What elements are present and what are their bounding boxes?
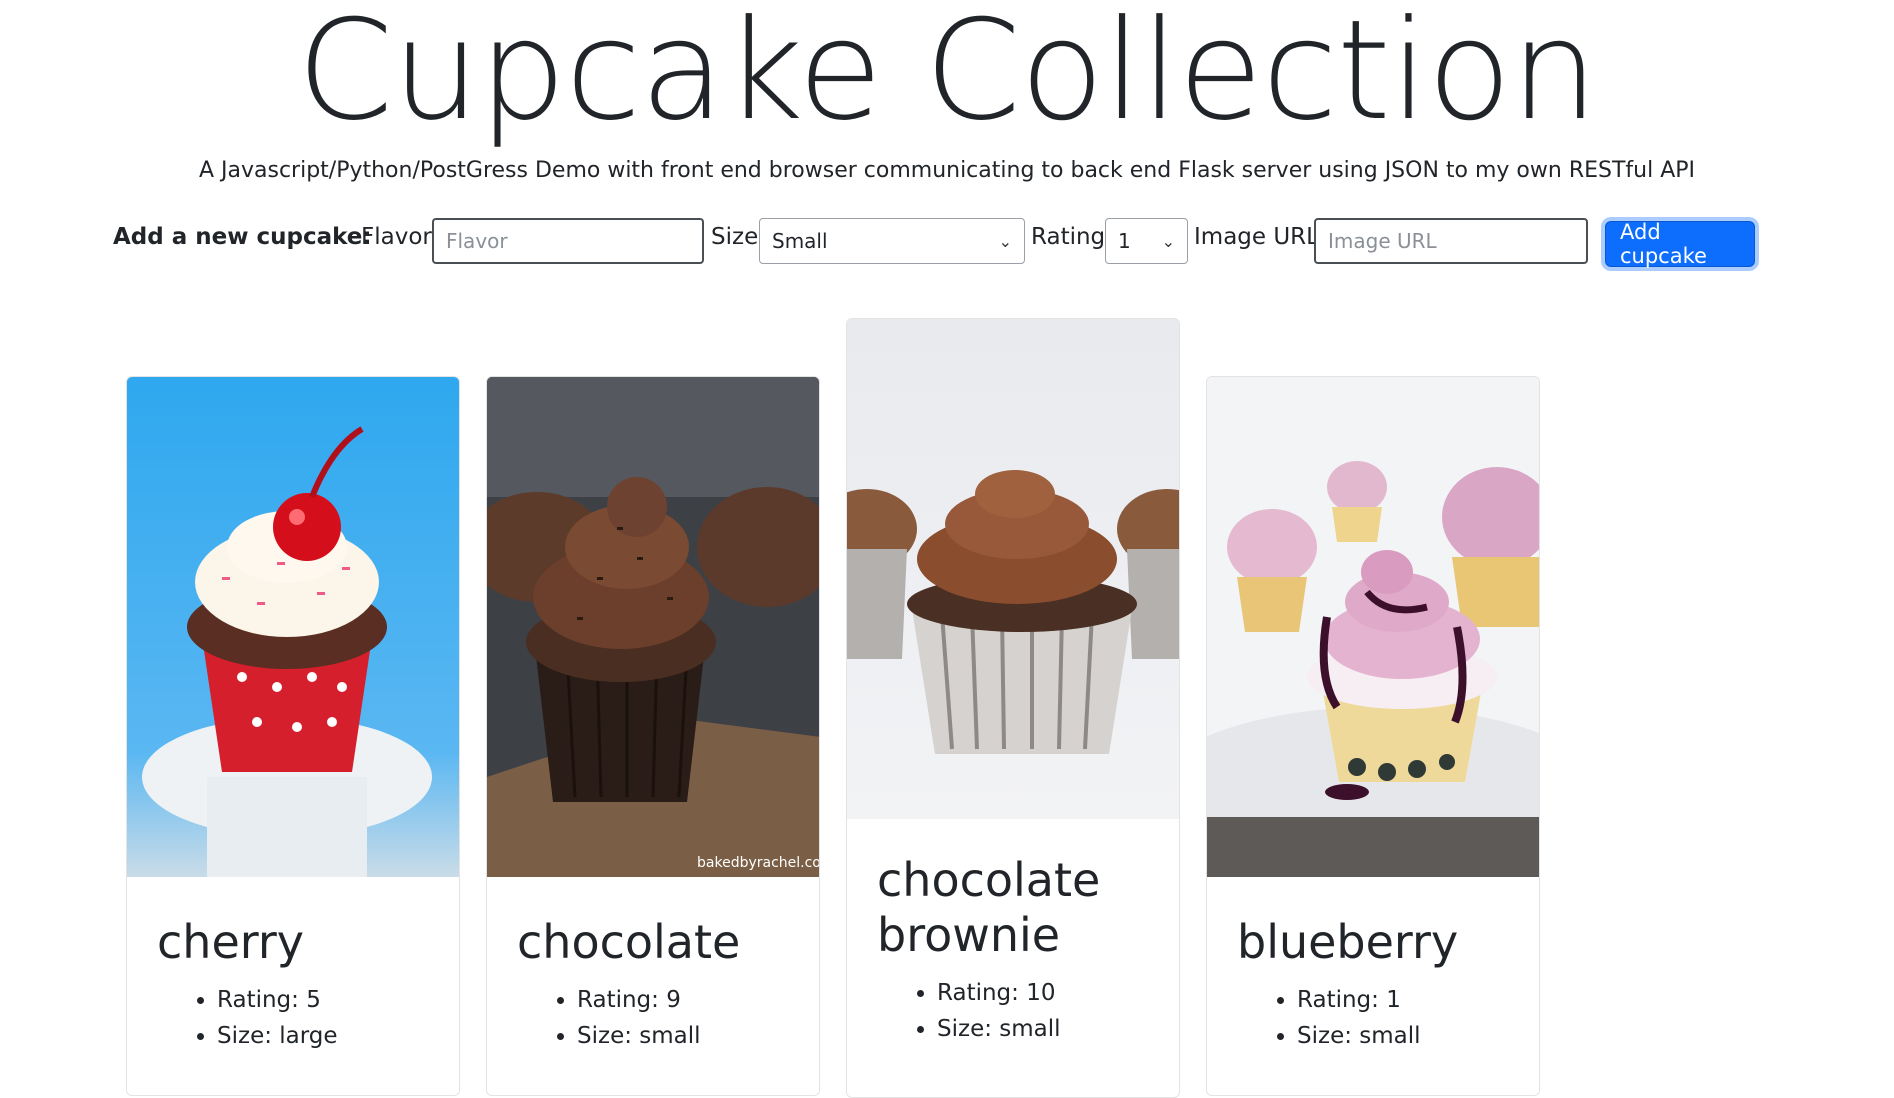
form-heading: Add a new cupcake: (113, 224, 372, 250)
cupcake-flavor: blueberry (1237, 915, 1459, 969)
cupcake-image (127, 377, 459, 877)
cupcake-card: cherry Rating: 5 Size: large (126, 376, 460, 1096)
flavor-input[interactable]: Flavor (432, 218, 704, 264)
cupcake-details: Rating: 9 Size: small (487, 982, 819, 1054)
image-url-label: Image URL (1194, 224, 1319, 250)
cupcake-image (847, 319, 1179, 819)
cupcake-flavor: chocolate brownie (877, 853, 1101, 963)
cupcake-details: Rating: 1 Size: small (1207, 982, 1539, 1054)
cupcake-size: Size: small (577, 1018, 819, 1054)
page-subtitle: A Javascript/Python/PostGress Demo with … (198, 158, 1696, 183)
flavor-label: Flavor (361, 224, 432, 250)
page-title: Cupcake Collection (296, 0, 1598, 151)
rating-selected-value: 1 (1118, 229, 1131, 253)
cupcake-rating: Rating: 9 (577, 982, 819, 1018)
cupcake-size: Size: large (217, 1018, 459, 1054)
chevron-down-icon: ⌄ (998, 231, 1012, 251)
rating-label: Rating (1031, 224, 1106, 250)
cupcake-size: Size: small (1297, 1018, 1539, 1054)
chevron-down-icon: ⌄ (1161, 231, 1175, 251)
cupcake-size: Size: small (937, 1011, 1179, 1047)
cupcake-card: chocolate brownie Rating: 10 Size: small (846, 318, 1180, 1098)
cupcake-rating: Rating: 5 (217, 982, 459, 1018)
size-selected-value: Small (772, 229, 828, 253)
flavor-placeholder: Flavor (446, 229, 508, 253)
cupcake-card: bakedbyrachel.com chocolate Rating: 9 Si… (486, 376, 820, 1096)
rating-select[interactable]: 1 ⌄ (1105, 218, 1188, 264)
cupcake-details: Rating: 5 Size: large (127, 982, 459, 1054)
add-cupcake-button[interactable]: Add cupcake (1605, 220, 1755, 268)
size-label: Size (711, 224, 759, 250)
cupcake-rating: Rating: 1 (1297, 982, 1539, 1018)
cupcake-details: Rating: 10 Size: small (847, 975, 1179, 1047)
size-select[interactable]: Small ⌄ (759, 218, 1025, 264)
cupcake-flavor: cherry (157, 915, 304, 969)
image-url-input[interactable]: Image URL (1314, 218, 1588, 264)
cupcake-card: blueberry Rating: 1 Size: small (1206, 376, 1540, 1096)
cupcake-flavor: chocolate (517, 915, 741, 969)
image-watermark: bakedbyrachel.com (697, 855, 819, 871)
add-cupcake-form: Add a new cupcake: Flavor Flavor Size Sm… (0, 218, 1894, 274)
image-url-placeholder: Image URL (1328, 229, 1437, 253)
cupcake-image (1207, 377, 1539, 877)
cupcake-image: bakedbyrachel.com (487, 377, 819, 877)
cupcake-rating: Rating: 10 (937, 975, 1179, 1011)
